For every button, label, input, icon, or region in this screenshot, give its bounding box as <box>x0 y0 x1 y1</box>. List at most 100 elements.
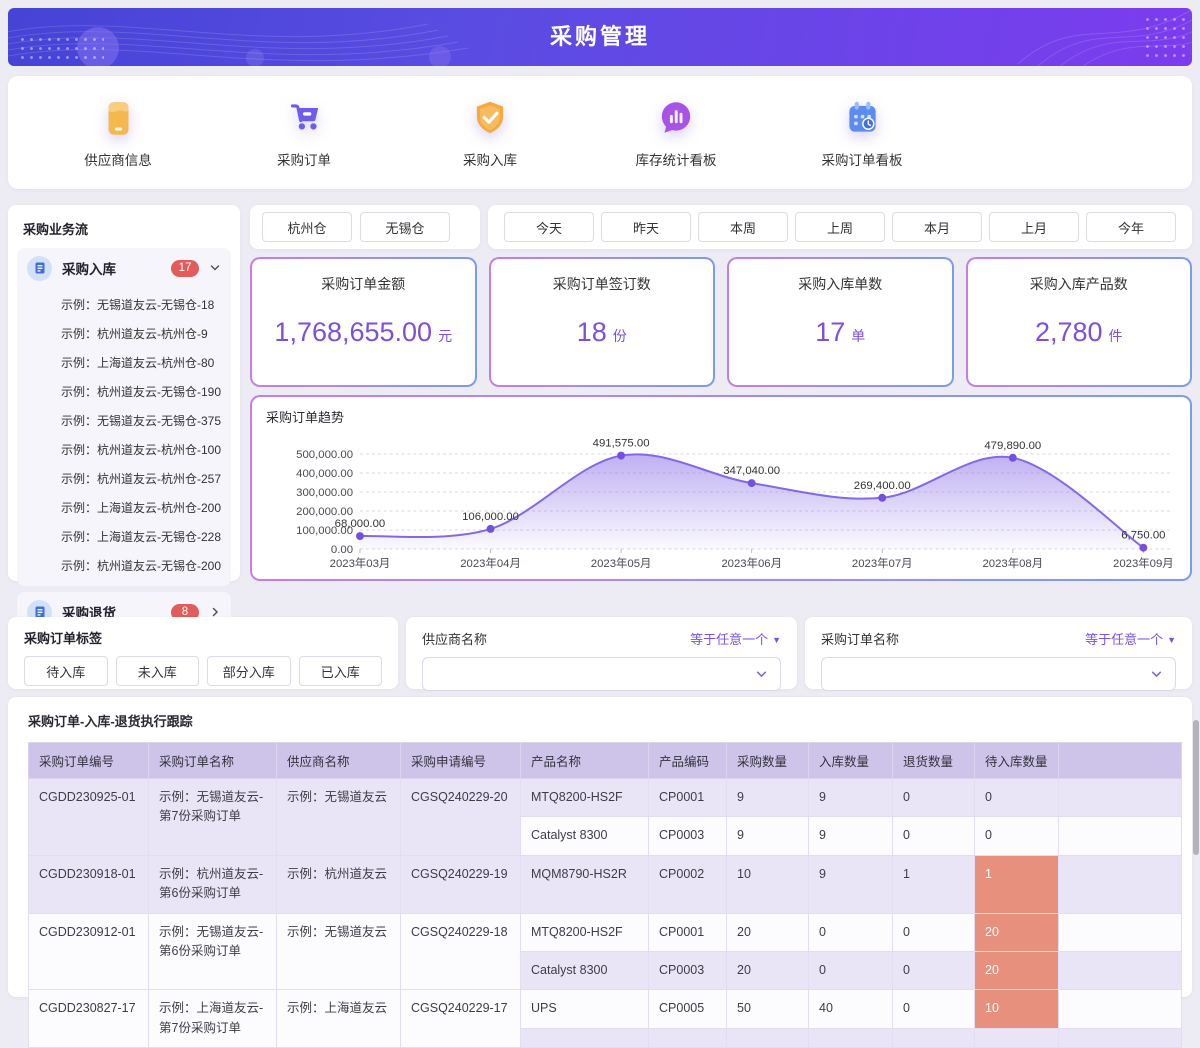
order-name-select[interactable] <box>821 657 1176 691</box>
time-filter-button[interactable]: 今天 <box>504 212 594 242</box>
time-filter-button[interactable]: 今年 <box>1086 212 1176 242</box>
stat-unit: 元 <box>438 326 452 346</box>
sidebar-item[interactable]: 示例：上海道友云-杭州仓-80 <box>17 348 231 377</box>
column-header: 采购订单名称 <box>149 743 277 779</box>
trend-chart-panel: 采购订单趋势 0.00100,000.00200,000.00300,000.0… <box>250 395 1192 581</box>
svg-text:6,750.00: 6,750.00 <box>1121 530 1165 542</box>
cell-supplier: 示例：无锡道友云 <box>277 779 401 856</box>
order-tag-button[interactable]: 未入库 <box>116 656 200 686</box>
cell-return-qty: 0 <box>893 779 975 817</box>
sidebar-item[interactable]: 示例：无锡道友云-无锡仓-375 <box>17 406 231 435</box>
sidebar-item[interactable]: 示例：杭州道友云-杭州仓-257 <box>17 464 231 493</box>
order-name-filter-label: 采购订单名称 <box>821 629 899 648</box>
sidebar-item[interactable]: 示例：上海道友云-无锡仓-228 <box>17 522 231 551</box>
order-tag-buttons: 待入库未入库部分入库已入库 <box>24 656 382 686</box>
sidebar-item[interactable]: 示例：无锡道友云-无锡仓-18 <box>17 290 231 319</box>
time-filter-bar: 今天昨天本周上周本月上月今年 <box>488 205 1192 249</box>
chart-bubble-icon <box>655 97 697 139</box>
time-filter-button[interactable]: 昨天 <box>601 212 691 242</box>
nav-item-purchase-inbound[interactable]: 采购入库 <box>444 97 536 169</box>
stat-card-orders-signed: 采购订单签订数 18份 <box>489 257 716 387</box>
cell-product-name: Catalyst 8300 <box>521 817 649 855</box>
cell-purchase-qty: 9 <box>727 779 809 817</box>
time-filter-button[interactable]: 本周 <box>698 212 788 242</box>
nav-item-purchase-order[interactable]: 采购订单 <box>258 97 350 169</box>
svg-text:106,000.00: 106,000.00 <box>462 511 519 523</box>
cell-product-name <box>521 1028 649 1047</box>
cell-order-no: CGDD230925-01 <box>29 779 149 856</box>
sidebar-item[interactable]: 示例：上海道友云-杭州仓-200 <box>17 493 231 522</box>
table-header-row: 采购订单编号采购订单名称供应商名称采购申请编号产品名称产品编码采购数量入库数量退… <box>29 743 1182 779</box>
order-name-filter-panel: 采购订单名称 等于任意一个 <box>805 617 1192 689</box>
sidebar-item[interactable]: 示例：杭州道友云-无锡仓-200 <box>17 551 231 580</box>
cell-empty <box>1059 817 1182 855</box>
time-filter-button[interactable]: 上月 <box>989 212 1079 242</box>
order-name-operator-selector[interactable]: 等于任意一个 <box>1085 629 1176 648</box>
caret-down-icon <box>1167 631 1176 646</box>
cell-pending-qty: 0 <box>975 817 1059 855</box>
order-tag-button[interactable]: 已入库 <box>299 656 383 686</box>
stat-title: 采购订单签订数 <box>553 274 651 294</box>
cell-product-name: Catalyst 8300 <box>521 951 649 989</box>
cell-order-name: 示例：无锡道友云-第6份采购订单 <box>149 913 277 990</box>
stat-value: 18 <box>577 317 607 348</box>
sidebar-group-label: 采购入库 <box>62 258 116 278</box>
dashboard-column: 杭州仓无锡仓 今天昨天本周上周本月上月今年 采购订单金额 1,768,655.0… <box>250 205 1192 581</box>
svg-text:2023年09月: 2023年09月 <box>1113 556 1174 570</box>
document-icon <box>27 256 52 281</box>
warehouse-filter-button[interactable]: 无锡仓 <box>360 212 450 242</box>
svg-text:68,000.00: 68,000.00 <box>335 518 386 530</box>
cell-product-name: MQM8790-HS2R <box>521 855 649 913</box>
cell-request-no: CGSQ240229-18 <box>401 913 521 990</box>
tracking-table: 采购订单编号采购订单名称供应商名称采购申请编号产品名称产品编码采购数量入库数量退… <box>28 742 1182 1048</box>
sidebar-item[interactable]: 示例：杭州道友云-无锡仓-190 <box>17 377 231 406</box>
cell-inbound-qty: 9 <box>809 855 893 913</box>
cell-product-code: CP0002 <box>649 855 727 913</box>
cell-purchase-qty: 20 <box>727 951 809 989</box>
supplier-select[interactable] <box>422 657 781 691</box>
nav-menu: 供应商信息 采购订单 采购入库 <box>8 76 1192 189</box>
cell-pending-qty: 20 <box>975 913 1059 951</box>
table-row: CGDD230918-01示例：杭州道友云-第6份采购订单示例：杭州道友云CGS… <box>29 855 1182 913</box>
order-tag-button[interactable]: 部分入库 <box>207 656 291 686</box>
tracking-table-title: 采购订单-入库-退货执行跟踪 <box>20 707 1180 742</box>
sidebar-item[interactable]: 示例：杭州道友云-杭州仓-9 <box>17 319 231 348</box>
cell-empty <box>1059 779 1182 817</box>
nav-item-supplier-info[interactable]: 供应商信息 <box>72 97 164 169</box>
cell-request-no: CGSQ240229-19 <box>401 855 521 913</box>
time-filter-button[interactable]: 上周 <box>795 212 885 242</box>
svg-text:491,575.00: 491,575.00 <box>593 438 650 450</box>
stat-unit: 单 <box>851 326 865 346</box>
cell-inbound-qty: 9 <box>809 817 893 855</box>
cell-supplier: 示例：无锡道友云 <box>277 913 401 990</box>
stat-card-inbound-count: 采购入库单数 17单 <box>727 257 954 387</box>
svg-text:2023年03月: 2023年03月 <box>330 556 391 570</box>
page-banner: 采购管理 <box>8 8 1192 66</box>
cell-pending-qty: 1 <box>975 855 1059 913</box>
cell-product-code: CP0001 <box>649 913 727 951</box>
cell-supplier: 示例：上海道友云 <box>277 990 401 1048</box>
cell-return-qty: 1 <box>893 855 975 913</box>
shield-check-icon <box>469 97 511 139</box>
sidebar-group-header-purchase-inbound[interactable]: 采购入库 17 <box>17 248 231 288</box>
column-header: 入库数量 <box>809 743 893 779</box>
order-tag-button[interactable]: 待入库 <box>24 656 108 686</box>
sidebar-item-list: 示例：无锡道友云-无锡仓-18示例：杭州道友云-杭州仓-9示例：上海道友云-杭州… <box>17 288 231 580</box>
column-header: 产品名称 <box>521 743 649 779</box>
nav-item-order-dashboard[interactable]: 采购订单看板 <box>816 97 908 169</box>
operator-text: 等于任意一个 <box>690 629 768 648</box>
cell-return-qty: 0 <box>893 951 975 989</box>
cell-product-name: MTQ8200-HS2F <box>521 913 649 951</box>
svg-text:200,000.00: 200,000.00 <box>296 506 353 518</box>
svg-text:347,040.00: 347,040.00 <box>723 465 780 477</box>
sidebar-item[interactable]: 示例：杭州道友云-杭州仓-100 <box>17 435 231 464</box>
supplier-operator-selector[interactable]: 等于任意一个 <box>690 629 781 648</box>
stat-cards-row: 采购订单金额 1,768,655.00元 采购订单签订数 18份 采购入库单数 … <box>250 257 1192 387</box>
scrollbar-thumb[interactable] <box>1193 720 1199 855</box>
warehouse-filter-button[interactable]: 杭州仓 <box>262 212 352 242</box>
time-filter-button[interactable]: 本月 <box>892 212 982 242</box>
order-tags-title: 采购订单标签 <box>24 628 382 647</box>
chevron-down-icon[interactable] <box>209 262 221 274</box>
svg-text:2023年06月: 2023年06月 <box>721 556 782 570</box>
nav-item-inventory-dashboard[interactable]: 库存统计看板 <box>630 97 722 169</box>
